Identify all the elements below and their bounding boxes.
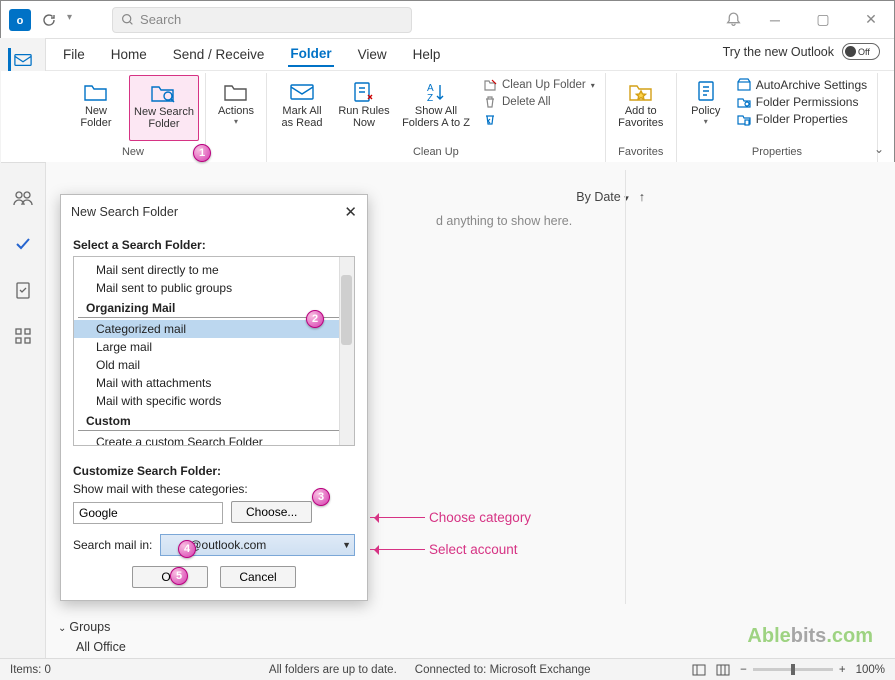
list-header: Custom [78,412,346,431]
ribbon: New Folder New Search Folder New Actions… [1,71,894,163]
recover-deleted-button[interactable] [483,112,595,126]
search-icon [121,13,134,26]
callout-choose: Choose category [370,510,531,525]
list-item[interactable]: Mail with specific words [74,392,354,410]
status-items: Items: 0 [10,664,51,676]
badge-2: 2 [306,310,324,328]
minimize-button[interactable]: ─ [760,12,790,28]
outlook-logo: o [9,9,31,31]
view-reading-icon[interactable] [716,664,730,676]
reading-pane [625,170,895,604]
new-search-folder-button[interactable]: New Search Folder [129,75,199,141]
dialog-title: New Search Folder [71,205,178,219]
group-label-new: New [122,146,144,160]
tab-home[interactable]: Home [109,43,149,66]
maximize-button[interactable]: ▢ [808,11,838,28]
list-item[interactable]: Create a custom Search Folder [74,433,354,446]
list-item[interactable]: Mail sent directly to me [74,261,354,279]
refresh-icon[interactable] [41,12,57,28]
tab-sendreceive[interactable]: Send / Receive [171,43,267,66]
tasks-rail-icon[interactable] [11,278,35,302]
try-outlook-toggle[interactable]: Off [842,43,880,60]
close-window-button[interactable]: ✕ [856,11,886,28]
all-office-node[interactable]: All Office [58,640,126,654]
badge-4: 4 [178,540,196,558]
sort-by-date[interactable]: By Date ▾ [576,190,628,204]
try-outlook-label: Try the new Outlook [723,45,834,59]
callout-account: Select account [370,542,518,557]
run-rules-button[interactable]: Run Rules Now [335,75,393,141]
mark-all-read-button[interactable]: Mark All as Read [273,75,331,141]
people-rail-icon[interactable] [11,186,35,210]
svg-text:o: o [17,15,24,27]
group-label-cleanup: Clean Up [413,146,459,160]
add-to-favorites-button[interactable]: Add to Favorites [612,75,670,141]
folder-groups: ⌄Groups All Office [58,620,126,654]
tab-file[interactable]: File [61,43,87,66]
search-input[interactable]: Search [112,7,412,33]
todo-rail-icon[interactable] [11,232,35,256]
tab-help[interactable]: Help [411,43,443,66]
badge-3: 3 [312,488,330,506]
delete-all-button[interactable]: Delete All [483,95,595,109]
zoom-level: 100% [856,664,885,676]
badge-5: 5 [170,567,188,585]
collapse-ribbon-icon[interactable]: ⌄ [874,142,884,156]
view-normal-icon[interactable] [692,664,706,676]
list-item[interactable]: Large mail [74,338,354,356]
status-uptodate: All folders are up to date. [269,664,397,676]
list-item[interactable]: Old mail [74,356,354,374]
show-all-folders-button[interactable]: AZ Show All Folders A to Z [397,75,475,141]
autoarchive-settings-button[interactable]: AutoArchive Settings [737,78,867,92]
list-item[interactable]: Mail with attachments [74,374,354,392]
tab-folder[interactable]: Folder [288,42,333,67]
group-label-favorites: Favorites [618,146,663,160]
apps-rail-icon[interactable] [11,324,35,348]
select-folder-label: Select a Search Folder: [73,238,355,252]
chevron-down-icon: ▼ [342,540,351,550]
choose-button[interactable]: Choose... [231,501,312,523]
cancel-button[interactable]: Cancel [220,566,296,588]
bell-icon[interactable] [725,11,742,28]
search-mail-in-label: Search mail in: [73,538,152,552]
ablebits-watermark: Ablebits.com [747,625,873,648]
dialog-close-button[interactable]: ✕ [344,203,357,221]
badge-1: 1 [193,144,211,162]
groups-node[interactable]: ⌄Groups [58,620,126,634]
zoom-slider[interactable]: −+ [740,664,845,676]
search-placeholder: Search [140,12,181,27]
new-search-folder-dialog: New Search Folder ✕ Select a Search Fold… [60,194,368,601]
policy-button[interactable]: Policy ▾ [683,75,729,141]
mail-rail-icon[interactable] [8,48,32,72]
customize-label: Customize Search Folder: [73,464,355,478]
cleanup-folder-button[interactable]: Clean Up Folder▾ [483,78,595,92]
folder-permissions-button[interactable]: Folder Permissions [737,95,867,109]
empty-message: d anything to show here. [436,214,572,228]
tab-view[interactable]: View [356,43,389,66]
ribbon-tabs: File Home Send / Receive Folder View Hel… [1,39,894,71]
list-item[interactable]: Mail sent to public groups [74,279,354,297]
new-folder-button[interactable]: New Folder [67,75,125,141]
group-label-properties: Properties [752,146,802,160]
title-bar: o ▾ Search ─ ▢ ✕ [1,1,894,39]
qat-dropdown-icon[interactable]: ▾ [67,12,72,28]
actions-button[interactable]: Actions ▾ [212,75,260,141]
search-folder-listbox[interactable]: Mail sent directly to me Mail sent to pu… [73,256,355,446]
svg-text:Z: Z [427,93,433,103]
scrollbar-thumb[interactable] [341,275,352,345]
status-connection: Connected to: Microsoft Exchange [415,664,591,676]
folder-properties-button[interactable]: Folder Properties [737,112,867,126]
status-bar: Items: 0 All folders are up to date. Con… [0,658,895,680]
categories-input[interactable] [73,502,223,524]
